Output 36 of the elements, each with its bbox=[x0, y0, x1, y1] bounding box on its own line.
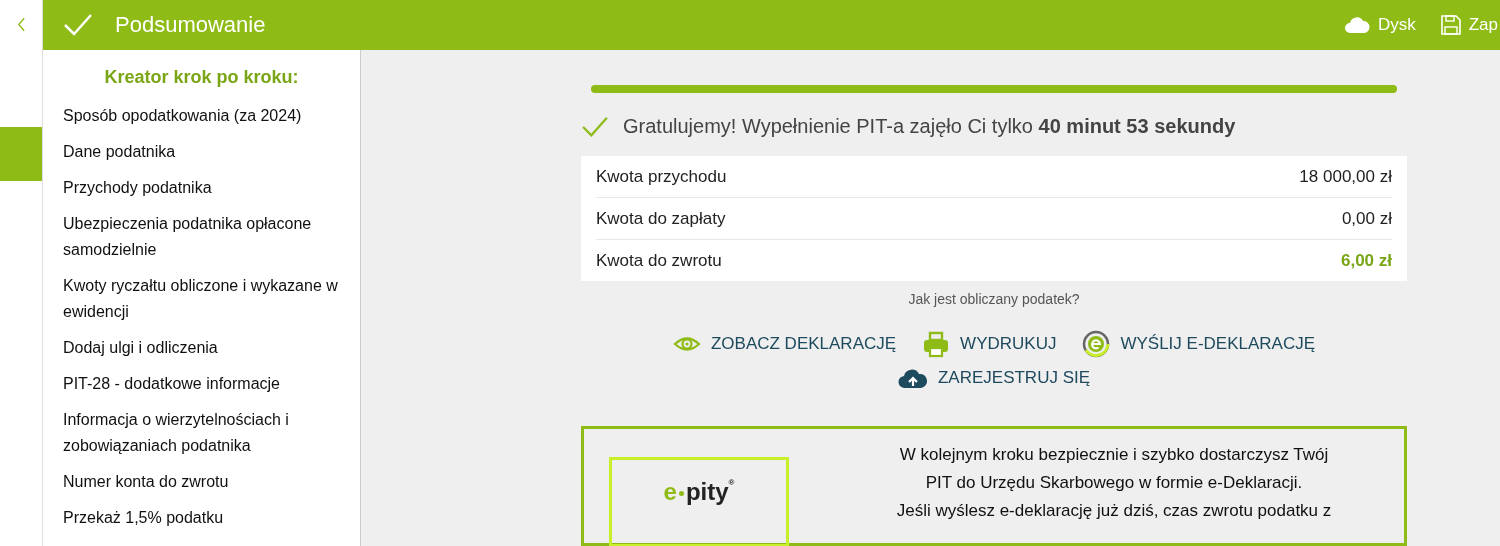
promo-text-line: PIT do Urzędu Skarbowego w formie e-Deklaracji. bbox=[924, 472, 1304, 494]
page-title: Podsumowanie bbox=[115, 12, 266, 38]
sidebar-item[interactable]: Numer konta do zwrotu bbox=[43, 464, 360, 500]
sidebar-item[interactable]: PIT-28 - dodatkowe informacje bbox=[43, 366, 360, 402]
promo-text-line: W kolejnym kroku bezpiecznie i szybko dostarczysz Twój bbox=[898, 444, 1330, 466]
e-letter-icon bbox=[1082, 330, 1111, 358]
check-icon bbox=[63, 13, 93, 37]
save-icon bbox=[1439, 14, 1462, 36]
row-value: 0,00 zł bbox=[1341, 208, 1392, 229]
sidebar-item[interactable]: Dodaj ulgi i odliczenia bbox=[43, 330, 360, 366]
check-icon bbox=[581, 115, 609, 138]
row-value: 6,00 zł bbox=[1340, 250, 1392, 271]
row-label: Kwota do zapłaty bbox=[596, 208, 726, 229]
active-step-marker bbox=[0, 127, 42, 181]
sidebar-item[interactable]: Przychody podatnika bbox=[43, 170, 360, 206]
sidebar-item[interactable]: Dane podatnika bbox=[43, 134, 360, 170]
sidebar-item[interactable]: Sposób opodatkowania (za 2024) bbox=[43, 98, 360, 134]
action-link[interactable]: WYDRUKUJ bbox=[922, 330, 1057, 358]
brand-logo: e pity$^{®}$ bbox=[663, 478, 735, 507]
action-link[interactable]: ZOBACZ DEKLARACJĘ bbox=[672, 332, 897, 356]
sidebar-item[interactable]: Przekaż 1,5% podatku bbox=[43, 500, 360, 536]
row-label: Kwota do zwrotu bbox=[596, 250, 722, 271]
printer-icon bbox=[922, 330, 951, 358]
sidebar-item[interactable]: Kwoty ryczałtu obliczone i wykazane w ewidencji bbox=[43, 268, 360, 330]
action-link[interactable]: WYŚLIJ E-DEKLARACJĘ bbox=[1082, 330, 1316, 358]
sidebar-item[interactable]: Ubezpieczenia podatnika opłacone samodzielnie bbox=[43, 206, 360, 268]
congratulations-message: Gratulujemy! Wypełnienie PIT-a zajęło Ci tylko 40 minut 53 sekundy bbox=[623, 115, 1236, 138]
promo-text-line: Jeśli wyślesz e-deklarację już dziś, czas zwrotu podatku z bbox=[895, 500, 1333, 522]
back-chevron-icon[interactable] bbox=[16, 17, 26, 32]
row-value: 18 000,00 zł bbox=[1299, 166, 1392, 187]
sidebar-item[interactable]: Informacja o wierzytelnościach i zobowiązaniach podatnika bbox=[43, 402, 360, 464]
cloud-icon bbox=[1342, 15, 1371, 35]
row-label: Kwota przychodu bbox=[596, 166, 727, 187]
action-link[interactable]: ZAREJESTRUJ SIĘ bbox=[897, 366, 1091, 390]
help-link[interactable]: Jak jest obliczany podatek? bbox=[908, 291, 1080, 307]
sidebar-heading: Kreator krok po kroku: bbox=[103, 67, 300, 88]
